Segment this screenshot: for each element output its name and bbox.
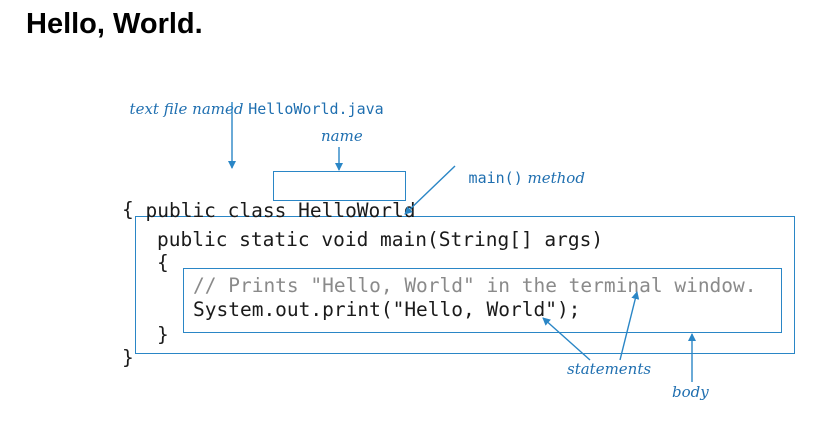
main-method-arrow (404, 165, 456, 215)
annotation-arrows (228, 102, 696, 382)
statements-arrow-comment (619, 291, 640, 361)
statements-arrow-print (542, 317, 591, 361)
